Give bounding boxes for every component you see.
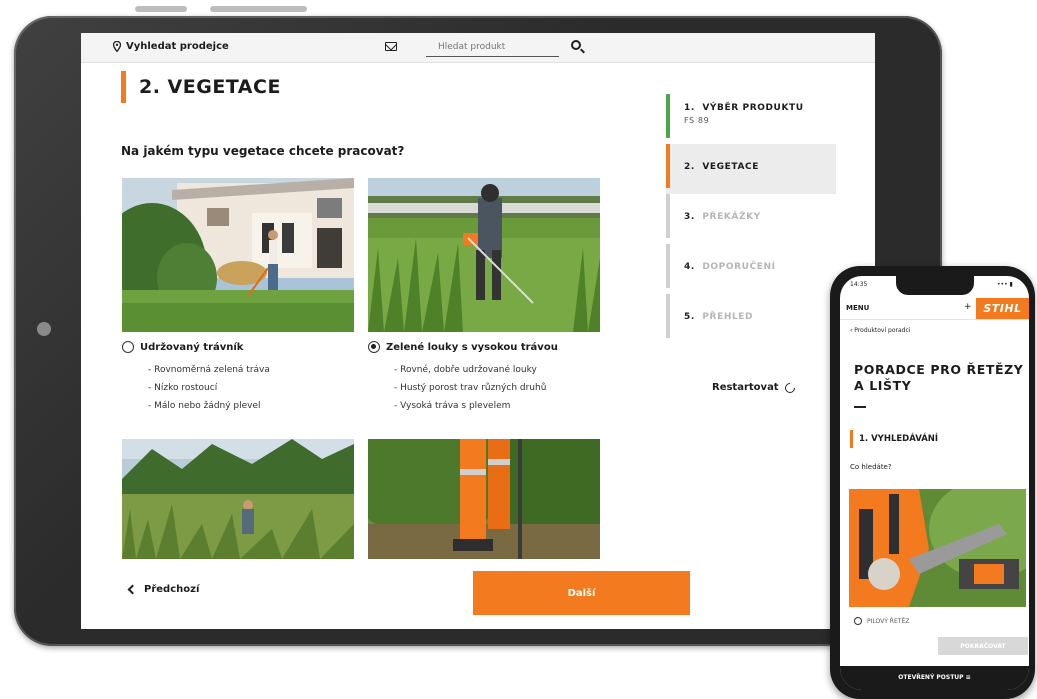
plus-icon[interactable]: + bbox=[964, 302, 972, 312]
status-indicators: ••• ▮ bbox=[997, 281, 1013, 288]
phone-screen: 14:35 ••• ▮ MENU + STIHL ‹ Produktoví po… bbox=[840, 276, 1029, 690]
list-item: Rovnoměrná zelená tráva bbox=[148, 361, 270, 379]
previous-button[interactable]: Předchozí bbox=[127, 584, 200, 595]
phone-step-title: 1. VYHLEDÁVÁNÍ bbox=[859, 434, 939, 444]
lawn-bullets: Rovnoměrná zelená tráva Nízko rostoucí M… bbox=[148, 361, 270, 415]
breadcrumb[interactable]: ‹ Produktoví poradci bbox=[850, 327, 910, 334]
phone-notch bbox=[896, 276, 974, 295]
step-bar bbox=[666, 294, 670, 338]
option-maintained-lawn[interactable]: Udržovaný trávník bbox=[122, 341, 243, 353]
option-saw-chain[interactable]: PILOVÝ ŘETĚZ bbox=[854, 617, 909, 625]
brushwood-photo[interactable] bbox=[368, 439, 600, 559]
previous-label: Předchozí bbox=[144, 584, 200, 595]
chainsaw-photo[interactable] bbox=[849, 489, 1026, 607]
phone-question: Co hledáte? bbox=[850, 463, 892, 471]
restart-label: Restartovat bbox=[712, 382, 779, 393]
menu-button[interactable]: MENU bbox=[846, 304, 869, 312]
step-number: 3. bbox=[684, 212, 695, 222]
tablet-volume-button bbox=[135, 6, 187, 12]
chevron-left-icon bbox=[127, 584, 138, 595]
continue-button[interactable]: POKRAČOVAT bbox=[938, 637, 1028, 655]
step-bar bbox=[666, 144, 670, 188]
mail-icon[interactable] bbox=[385, 42, 397, 51]
overgrown-slope-photo[interactable] bbox=[122, 439, 354, 559]
status-time: 14:35 bbox=[850, 281, 868, 288]
meadow-bullets: Rovné, dobře udržované louky Hustý poros… bbox=[394, 361, 546, 415]
search-input[interactable] bbox=[426, 38, 559, 57]
title-accent-bar bbox=[121, 71, 126, 103]
step-obstacles[interactable]: 3. PŘEKÁŽKY bbox=[666, 194, 836, 244]
find-dealer-link[interactable]: Vyhledat prodejce bbox=[113, 41, 229, 52]
step-label: PŘEKÁŽKY bbox=[702, 212, 761, 222]
step-overview[interactable]: 5. PŘEHLED bbox=[666, 294, 836, 344]
next-button[interactable]: Další bbox=[473, 571, 690, 615]
lawn-label: Udržovaný trávník bbox=[140, 341, 244, 353]
lawn-photo[interactable] bbox=[122, 178, 354, 332]
step-bar bbox=[666, 244, 670, 288]
vegetation-question: Na jakém typu vegetace chcete pracovat? bbox=[121, 144, 405, 158]
list-item: Rovné, dobře udržované louky bbox=[394, 361, 546, 379]
option-tall-grass-meadow[interactable]: Zelené louky s vysokou trávou bbox=[368, 341, 558, 353]
meadow-photo[interactable] bbox=[368, 178, 600, 332]
step-label: PŘEHLED bbox=[702, 312, 754, 322]
restart-button[interactable]: Restartovat bbox=[712, 380, 797, 395]
meadow-radio[interactable] bbox=[368, 341, 380, 353]
tablet-screen: Vyhledat prodejce 2. VEGETACE Na jakém t… bbox=[81, 33, 875, 629]
search-icon[interactable] bbox=[571, 40, 581, 50]
stihl-logo: STIHL bbox=[976, 298, 1029, 319]
step-sublabel: FS 89 bbox=[684, 116, 710, 125]
step-product-selection[interactable]: 1. VÝBĚR PRODUKTU FS 89 bbox=[666, 94, 836, 144]
title-underline bbox=[854, 406, 866, 408]
list-item: Vysoká tráva s plevelem bbox=[394, 397, 546, 415]
step-accent-bar bbox=[850, 430, 853, 448]
saw-chain-label: PILOVÝ ŘETĚZ bbox=[867, 617, 910, 625]
step-number: 2. bbox=[684, 162, 695, 172]
phone-menu-bar: MENU + STIHL bbox=[840, 298, 1029, 320]
tablet-power-button bbox=[210, 6, 307, 12]
step-label: VÝBĚR PRODUKTU bbox=[702, 103, 804, 113]
page-title: 2. VEGETACE bbox=[139, 76, 281, 98]
step-bar bbox=[666, 94, 670, 138]
list-item: Hustý porost trav různých druhů bbox=[394, 379, 546, 397]
refresh-icon bbox=[782, 380, 797, 395]
step-number: 4. bbox=[684, 262, 695, 272]
step-number: 1. bbox=[684, 103, 695, 113]
meadow-label: Zelené louky s vysokou trávou bbox=[386, 341, 558, 353]
find-dealer-label: Vyhledat prodejce bbox=[126, 41, 229, 52]
saw-chain-radio[interactable] bbox=[854, 617, 862, 625]
step-vegetation[interactable]: 2. VEGETACE bbox=[666, 144, 836, 194]
tablet-camera bbox=[37, 322, 51, 336]
lawn-radio[interactable] bbox=[122, 341, 134, 353]
pin-icon bbox=[113, 41, 121, 52]
open-procedure-button[interactable]: OTEVŘENÝ POSTUP ≡ bbox=[840, 674, 1029, 681]
list-item: Nízko rostoucí bbox=[148, 379, 270, 397]
phone-page-title: PORADCE PRO ŘETĚZY A LIŠTY bbox=[854, 362, 1024, 393]
step-label: DOPORUČENÍ bbox=[702, 262, 776, 272]
step-number: 5. bbox=[684, 312, 695, 322]
step-bar bbox=[666, 194, 670, 238]
progress-steps: 1. VÝBĚR PRODUKTU FS 89 2. VEGETACE 3. P… bbox=[666, 94, 836, 344]
top-bar: Vyhledat prodejce bbox=[81, 33, 875, 63]
step-recommendation[interactable]: 4. DOPORUČENÍ bbox=[666, 244, 836, 294]
list-item: Málo nebo žádný plevel bbox=[148, 397, 270, 415]
step-label: VEGETACE bbox=[702, 162, 759, 172]
